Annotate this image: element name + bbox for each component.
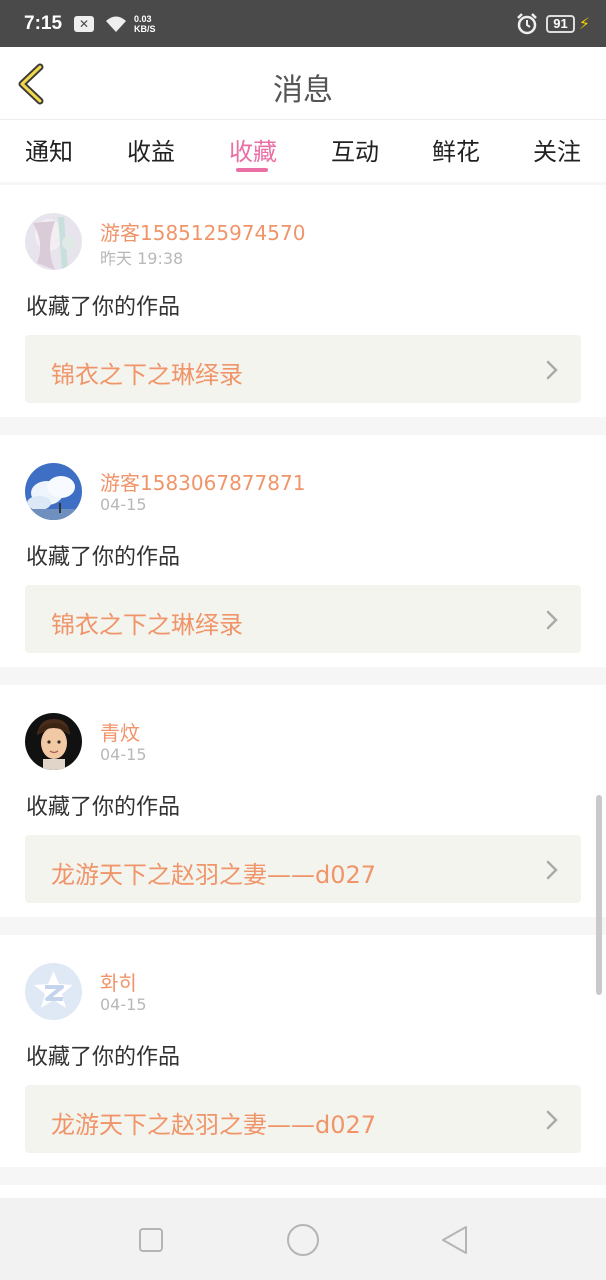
avatar[interactable] xyxy=(25,963,82,1020)
message-card: 青炆 04-15 收藏了你的作品 龙游天下之赵羽之妻——d027 xyxy=(0,685,606,917)
work-link[interactable]: 龙游天下之赵羽之妻——d027 xyxy=(25,835,581,903)
alarm-icon xyxy=(517,12,538,34)
work-title: 龙游天下之赵羽之妻——d027 xyxy=(51,861,377,889)
back-triangle-icon[interactable] xyxy=(435,1220,475,1260)
action-text: 收藏了你的作品 xyxy=(26,545,181,570)
avatar[interactable] xyxy=(25,713,82,770)
work-link[interactable]: 锦衣之下之琳绎录 xyxy=(25,335,581,403)
recent-apps-square-icon[interactable] xyxy=(131,1220,171,1260)
network-speed-unit: KB/S xyxy=(134,23,156,34)
work-link[interactable]: 龙游天下之赵羽之妻——d027 xyxy=(25,1085,581,1153)
action-text: 收藏了你的作品 xyxy=(26,295,181,320)
tab-bar: 通知 收益 收藏 互动 鲜花 关注 xyxy=(0,120,606,182)
message-card: 游客1583067877871 04-15 收藏了你的作品 锦衣之下之琳绎录 xyxy=(0,435,606,667)
tab-notifications[interactable]: 通知 xyxy=(25,132,73,167)
message-time: 04-15 xyxy=(100,745,147,764)
message-time: 04-15 xyxy=(100,495,147,514)
chevron-right-icon xyxy=(546,610,558,630)
tab-follows[interactable]: 关注 xyxy=(533,132,581,167)
network-speed: 0.03 KB/S xyxy=(134,14,156,34)
chevron-right-icon xyxy=(546,360,558,380)
message-card: 화히 04-15 收藏了你的作品 龙游天下之赵羽之妻——d027 xyxy=(0,935,606,1167)
scrollbar[interactable] xyxy=(596,795,602,995)
battery-icon: 91 xyxy=(546,14,575,33)
chevron-right-icon xyxy=(546,1110,558,1130)
tab-flowers[interactable]: 鲜花 xyxy=(432,132,480,167)
status-bar: 7:15 ✕ 0.03 KB/S 91 ⚡ xyxy=(0,0,606,47)
charging-bolt-icon: ⚡ xyxy=(578,14,590,33)
username[interactable]: 游客1583067877871 xyxy=(100,467,305,496)
tab-earnings[interactable]: 收益 xyxy=(127,132,175,167)
notification-x-icon: ✕ xyxy=(74,15,95,32)
tab-interactions[interactable]: 互动 xyxy=(331,132,379,167)
chevron-right-icon xyxy=(546,860,558,880)
system-nav-bar xyxy=(0,1198,606,1280)
work-link[interactable]: 锦衣之下之琳绎录 xyxy=(25,585,581,653)
username[interactable]: 游客1585125974570 xyxy=(100,217,305,246)
action-text: 收藏了你的作品 xyxy=(26,795,181,820)
status-time: 7:15 xyxy=(24,12,63,34)
tab-favorites[interactable]: 收藏 xyxy=(229,132,277,167)
page-title: 消息 xyxy=(273,73,333,108)
home-circle-icon[interactable] xyxy=(283,1220,323,1260)
app-header: 消息 xyxy=(0,47,606,120)
username[interactable]: 화히 xyxy=(100,967,137,996)
message-time: 昨天 19:38 xyxy=(100,249,184,268)
username[interactable]: 青炆 xyxy=(100,717,140,746)
avatar[interactable] xyxy=(25,463,82,520)
work-title: 龙游天下之赵羽之妻——d027 xyxy=(51,1111,377,1139)
network-speed-value: 0.03 xyxy=(134,13,152,24)
avatar[interactable] xyxy=(25,213,82,270)
message-card-partial xyxy=(0,1185,606,1198)
work-title: 锦衣之下之琳绎录 xyxy=(51,611,243,639)
work-title: 锦衣之下之琳绎录 xyxy=(51,361,243,389)
active-tab-indicator xyxy=(236,168,268,172)
action-text: 收藏了你的作品 xyxy=(26,1045,181,1070)
message-time: 04-15 xyxy=(100,995,147,1014)
message-card: 游客1585125974570 昨天 19:38 收藏了你的作品 锦衣之下之琳绎… xyxy=(0,185,606,417)
wifi-icon xyxy=(106,16,127,32)
